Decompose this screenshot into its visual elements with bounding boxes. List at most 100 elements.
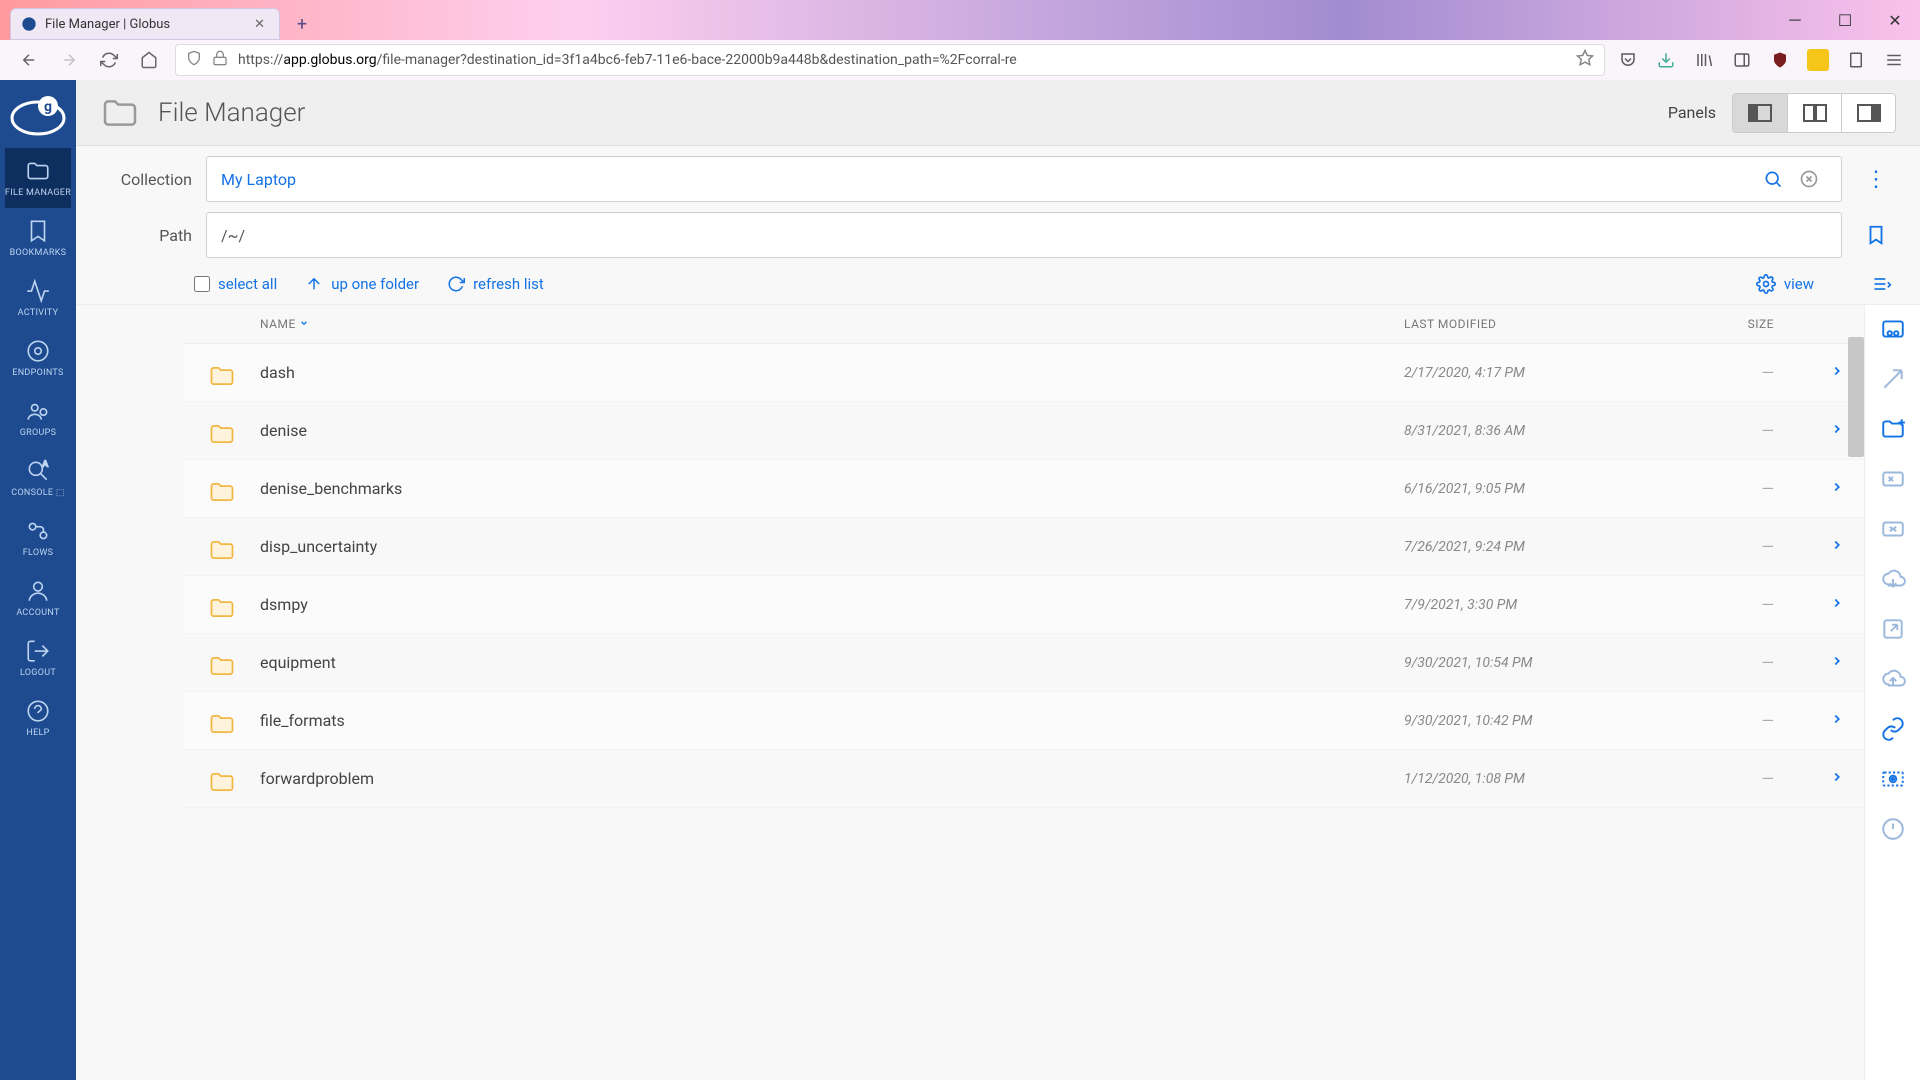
shield-icon	[186, 50, 202, 70]
file-name: dash	[260, 363, 1404, 382]
file-modified: 8/31/2021, 8:36 AM	[1404, 423, 1654, 439]
chevron-right-icon[interactable]	[1774, 595, 1844, 614]
panel-single-button[interactable]	[1733, 94, 1787, 132]
extension-badge-icon[interactable]	[1807, 49, 1829, 71]
pocket-icon[interactable]	[1617, 49, 1639, 71]
manage-activation-icon[interactable]	[1877, 813, 1909, 845]
sidebar-toggle-icon[interactable]	[1731, 49, 1753, 71]
columns-toggle-button[interactable]	[1872, 274, 1892, 294]
file-modified: 9/30/2021, 10:42 PM	[1404, 713, 1654, 729]
select-all-checkbox[interactable]	[194, 276, 210, 292]
download-cloud-icon[interactable]	[1877, 563, 1909, 595]
chevron-right-icon[interactable]	[1774, 421, 1844, 440]
table-row[interactable]: forwardproblem1/12/2020, 1:08 PM—	[184, 750, 1864, 808]
upload-cloud-icon[interactable]	[1877, 663, 1909, 695]
download-icon[interactable]	[1655, 49, 1677, 71]
chevron-right-icon[interactable]	[1774, 769, 1844, 788]
column-modified[interactable]: LAST MODIFIED	[1404, 317, 1654, 331]
folder-icon	[100, 93, 140, 133]
tab-bar: File Manager | Globus ✕ +	[0, 0, 1920, 40]
browser-tab[interactable]: File Manager | Globus ✕	[10, 8, 280, 40]
window-controls: ─ ☐ ✕	[1780, 5, 1910, 35]
ublock-icon[interactable]	[1769, 49, 1791, 71]
chevron-right-icon[interactable]	[1774, 363, 1844, 382]
sidebar-item-file-manager[interactable]: FILE MANAGER	[5, 148, 71, 208]
file-body: NAME LAST MODIFIED SIZE dash2/17/2020, 4…	[76, 305, 1920, 1080]
file-size: —	[1654, 595, 1774, 614]
table-row[interactable]: denise8/31/2021, 8:36 AM—	[184, 402, 1864, 460]
menu-icon[interactable]	[1883, 49, 1905, 71]
close-window-icon[interactable]: ✕	[1880, 5, 1910, 35]
file-size: —	[1654, 537, 1774, 556]
browser-chrome: File Manager | Globus ✕ + ─ ☐ ✕	[0, 0, 1920, 80]
action-rail	[1864, 305, 1920, 1080]
sidebar-item-logout[interactable]: LOGOUT	[5, 628, 71, 688]
file-size: —	[1654, 363, 1774, 382]
collection-options-button[interactable]: ⋮	[1856, 167, 1896, 192]
browser-toolbar-icons	[1617, 49, 1905, 71]
bookmark-star-icon[interactable]	[1576, 49, 1594, 71]
sidebar-item-account[interactable]: ACCOUNT	[5, 568, 71, 628]
maximize-icon[interactable]: ☐	[1830, 5, 1860, 35]
show-hidden-icon[interactable]	[1877, 763, 1909, 795]
back-button[interactable]	[15, 46, 43, 74]
up-one-folder-button[interactable]: up one folder	[305, 275, 419, 293]
library-icon[interactable]	[1693, 49, 1715, 71]
sidebar-item-console-[interactable]: ACONSOLE ⬚	[5, 448, 71, 508]
collection-field[interactable]: My Laptop	[206, 156, 1842, 202]
globus-logo-icon[interactable]: g	[8, 88, 68, 138]
table-row[interactable]: disp_uncertainty7/26/2021, 9:24 PM—	[184, 518, 1864, 576]
share-icon[interactable]	[1877, 313, 1909, 345]
file-size: —	[1654, 653, 1774, 672]
bookmark-path-button[interactable]	[1856, 224, 1896, 246]
search-collection-icon[interactable]	[1755, 169, 1791, 189]
collection-row: Collection My Laptop ⋮	[76, 146, 1920, 208]
panel-split-button[interactable]	[1787, 94, 1841, 132]
table-row[interactable]: denise_benchmarks6/16/2021, 9:05 PM—	[184, 460, 1864, 518]
file-modified: 2/17/2020, 4:17 PM	[1404, 365, 1654, 381]
file-size: —	[1654, 711, 1774, 730]
select-all-button[interactable]: select all	[194, 275, 277, 293]
sidebar-item-activity[interactable]: ACTIVITY	[5, 268, 71, 328]
reload-button[interactable]	[95, 46, 123, 74]
table-row[interactable]: dsmpy7/9/2021, 3:30 PM—	[184, 576, 1864, 634]
refresh-list-button[interactable]: refresh list	[447, 275, 544, 293]
file-name: denise	[260, 421, 1404, 440]
panel-right-button[interactable]	[1841, 94, 1895, 132]
transfer-start-icon[interactable]	[1877, 363, 1909, 395]
delete-icon[interactable]	[1877, 513, 1909, 545]
rename-icon[interactable]	[1877, 463, 1909, 495]
sidebar-item-flows[interactable]: FLOWS	[5, 508, 71, 568]
chevron-right-icon[interactable]	[1774, 479, 1844, 498]
view-button[interactable]: view	[1756, 274, 1814, 294]
file-modified: 1/12/2020, 1:08 PM	[1404, 771, 1654, 787]
table-row[interactable]: file_formats9/30/2021, 10:42 PM—	[184, 692, 1864, 750]
column-name[interactable]: NAME	[260, 317, 1404, 331]
url-bar[interactable]: https://app.globus.org/file-manager?dest…	[175, 44, 1605, 76]
get-link-icon[interactable]	[1877, 713, 1909, 745]
chevron-right-icon[interactable]	[1774, 653, 1844, 672]
open-external-icon[interactable]	[1877, 613, 1909, 645]
notes-icon[interactable]	[1845, 49, 1867, 71]
tab-close-icon[interactable]: ✕	[250, 17, 269, 32]
new-folder-icon[interactable]	[1877, 413, 1909, 445]
scrollbar[interactable]	[1848, 337, 1864, 457]
collection-label: Collection	[100, 170, 192, 189]
chevron-right-icon[interactable]	[1774, 711, 1844, 730]
folder-icon	[208, 768, 236, 790]
home-button[interactable]	[135, 46, 163, 74]
path-field[interactable]: /~/	[206, 212, 1842, 258]
table-row[interactable]: dash2/17/2020, 4:17 PM—	[184, 344, 1864, 402]
minimize-icon[interactable]: ─	[1780, 5, 1810, 35]
column-size[interactable]: SIZE	[1654, 317, 1774, 331]
sidebar-item-groups[interactable]: GROUPS	[5, 388, 71, 448]
table-row[interactable]: equipment9/30/2021, 10:54 PM—	[184, 634, 1864, 692]
sidebar-item-help[interactable]: HELP	[5, 688, 71, 748]
new-tab-button[interactable]: +	[288, 10, 316, 38]
file-name: equipment	[260, 653, 1404, 672]
clear-collection-icon[interactable]	[1791, 169, 1827, 189]
chevron-right-icon[interactable]	[1774, 537, 1844, 556]
forward-button[interactable]	[55, 46, 83, 74]
sidebar-item-bookmarks[interactable]: BOOKMARKS	[5, 208, 71, 268]
sidebar-item-endpoints[interactable]: ENDPOINTS	[5, 328, 71, 388]
